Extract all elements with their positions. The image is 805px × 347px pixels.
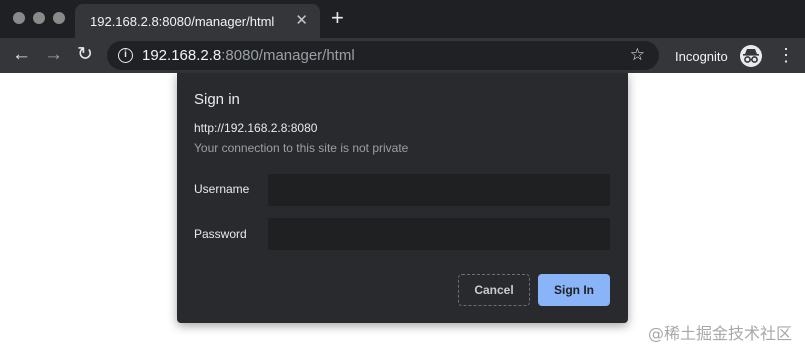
password-field[interactable]: [268, 218, 610, 250]
tab-strip: 192.168.2.8:8080/manager/html ✕ +: [0, 0, 805, 38]
username-field[interactable]: [268, 174, 610, 206]
forward-icon[interactable]: →: [44, 44, 63, 66]
address-bar[interactable]: i 192.168.2.8:8080/manager/html ☆: [107, 41, 659, 70]
dialog-title: Sign in: [194, 91, 240, 108]
close-window-dot[interactable]: [13, 12, 25, 24]
sign-in-dialog: Sign in http://192.168.2.8:8080 Your con…: [177, 73, 628, 323]
url-text: 192.168.2.8:8080/manager/html: [142, 47, 355, 64]
star-icon[interactable]: ☆: [630, 45, 645, 65]
minimize-window-dot[interactable]: [33, 12, 45, 24]
plus-icon[interactable]: +: [331, 7, 344, 29]
reload-icon[interactable]: ↻: [77, 44, 93, 66]
incognito-icon[interactable]: [740, 45, 762, 67]
watermark: @稀土掘金技术社区: [648, 324, 793, 343]
dialog-origin: http://192.168.2.8:8080: [194, 121, 318, 135]
maximize-window-dot[interactable]: [53, 12, 65, 24]
username-label: Username: [194, 182, 250, 196]
cancel-button[interactable]: Cancel: [458, 274, 530, 306]
browser-tab[interactable]: 192.168.2.8:8080/manager/html ✕: [75, 4, 320, 38]
url-path: :8080/manager/html: [221, 47, 355, 64]
back-icon[interactable]: ←: [12, 44, 31, 66]
close-icon[interactable]: ✕: [295, 11, 308, 29]
tab-title: 192.168.2.8:8080/manager/html: [90, 14, 275, 29]
privacy-warning: Your connection to this site is not priv…: [194, 141, 409, 155]
browser-toolbar: ← → ↻ i 192.168.2.8:8080/manager/html ☆ …: [0, 38, 805, 73]
kebab-menu-icon[interactable]: ⋮: [777, 45, 795, 65]
incognito-label: Incognito: [675, 49, 728, 64]
password-label: Password: [194, 227, 247, 241]
url-host: 192.168.2.8: [142, 47, 222, 64]
sign-in-button[interactable]: Sign In: [538, 274, 610, 306]
info-icon[interactable]: i: [118, 48, 133, 63]
